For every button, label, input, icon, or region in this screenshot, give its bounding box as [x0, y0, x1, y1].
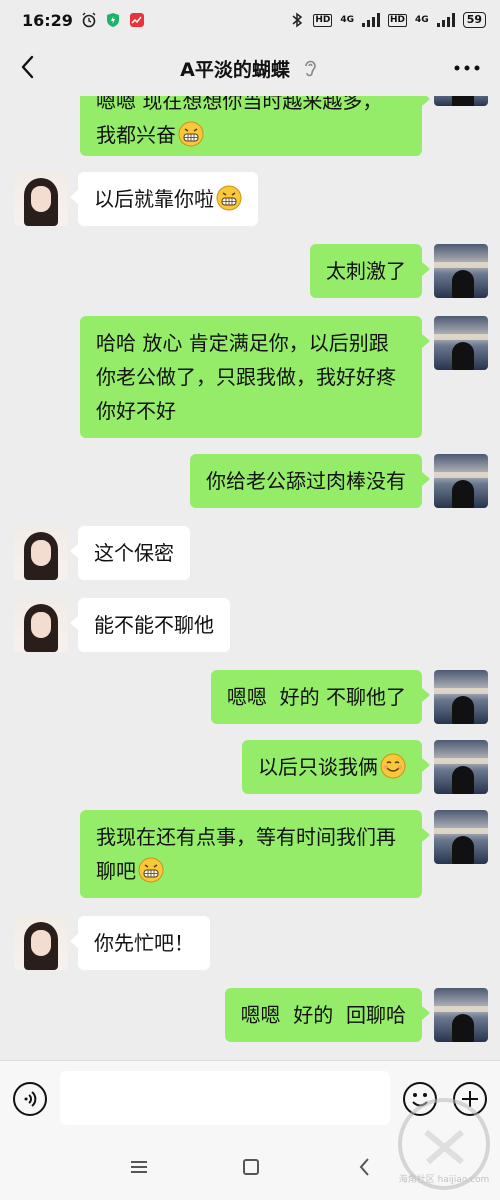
message-row: 你给老公舔过肉棒没有	[0, 454, 500, 508]
message-row: 嗯嗯 好的 回聊哈	[0, 988, 500, 1042]
grin-emoji-icon	[216, 185, 242, 211]
message-row: 能不能不聊他	[0, 598, 500, 652]
sent-message-bubble[interactable]: 嗯嗯 好的 不聊他了	[210, 670, 431, 724]
chat-header: A平淡的蝴蝶	[0, 40, 500, 96]
message-text: 太刺激了	[326, 259, 406, 283]
recent-apps-icon[interactable]	[128, 1156, 150, 1178]
message-row: 嗯嗯 现在想想你当时越来越多， 我都兴奋	[0, 96, 500, 156]
bluetooth-icon	[292, 12, 303, 28]
message-row: 嗯嗯 好的 不聊他了	[0, 670, 500, 724]
my-avatar[interactable]	[434, 670, 488, 724]
my-avatar[interactable]	[434, 244, 488, 298]
message-row: 这个保密	[0, 526, 500, 580]
security-shield-icon	[106, 13, 119, 27]
contact-avatar[interactable]	[14, 526, 68, 580]
back-arrow-icon[interactable]	[14, 52, 44, 82]
sent-message-bubble[interactable]: 嗯嗯 好的 回聊哈	[224, 988, 431, 1042]
hd-badge: HD	[313, 13, 333, 27]
message-text-line: 我都兴奋	[96, 118, 406, 152]
message-text-line: 聊吧	[96, 854, 406, 888]
message-row: 以后就靠你啦	[0, 172, 500, 226]
grin-emoji-icon	[178, 121, 204, 147]
signal-strength-icon	[362, 13, 381, 27]
message-text-line: 哈哈 放心 肯定满足你，以后别跟	[96, 331, 389, 355]
battery-level: 59	[462, 12, 486, 28]
chat-history[interactable]: 嗯嗯 现在想想你当时越来越多， 我都兴奋 以后就靠你啦 太刺激了 哈哈 放心 肯…	[0, 96, 500, 1060]
message-text-line: 你老公做了，只跟我做，我好好疼	[96, 365, 396, 389]
network-type-2: 4G	[415, 14, 429, 25]
alarm-icon	[82, 12, 96, 28]
my-avatar[interactable]	[434, 988, 488, 1042]
my-avatar[interactable]	[434, 810, 488, 864]
message-text-input[interactable]	[60, 1071, 390, 1125]
sent-message-bubble[interactable]: 我现在还有点事，等有时间我们再 聊吧	[80, 810, 430, 898]
voice-input-icon[interactable]	[12, 1081, 48, 1117]
received-message-bubble[interactable]: 能不能不聊他	[70, 598, 230, 652]
stocks-app-icon	[129, 13, 144, 27]
my-avatar[interactable]	[434, 740, 488, 794]
message-text: 这个保密	[94, 541, 174, 565]
earpiece-mode-icon	[305, 60, 316, 77]
status-time: 16:29	[22, 10, 73, 30]
network-type-1: 4G	[340, 14, 355, 25]
message-text: 你给老公舔过肉棒没有	[206, 469, 406, 493]
contact-avatar[interactable]	[14, 598, 68, 652]
contact-avatar[interactable]	[14, 172, 68, 226]
chat-title: A平淡的蝴蝶	[180, 58, 290, 81]
message-text-line: 嗯嗯 现在想想你当时越来越多，	[96, 96, 383, 113]
received-message-bubble[interactable]: 这个保密	[70, 526, 190, 580]
my-avatar[interactable]	[434, 454, 488, 508]
status-bar: 16:29 HD 4G HD 4G 59	[0, 0, 500, 40]
message-text: 嗯嗯 好的 不聊他了	[226, 685, 406, 709]
my-avatar[interactable]	[434, 316, 488, 370]
signal-strength-icon-2	[436, 13, 455, 27]
message-text-line: 我现在还有点事，等有时间我们再	[96, 825, 396, 849]
message-row: 哈哈 放心 肯定满足你，以后别跟 你老公做了，只跟我做，我好好疼 你好不好	[0, 316, 500, 438]
message-text: 以后只谈我俩	[258, 755, 378, 779]
message-text: 能不能不聊他	[94, 613, 214, 637]
smile-emoji-icon	[380, 753, 406, 779]
sent-message-bubble[interactable]: 嗯嗯 现在想想你当时越来越多， 我都兴奋	[80, 96, 430, 156]
hd-badge-2: HD	[388, 13, 408, 27]
received-message-bubble[interactable]: 以后就靠你啦	[70, 172, 258, 226]
sent-message-bubble[interactable]: 太刺激了	[310, 244, 430, 298]
sent-message-bubble[interactable]: 以后只谈我俩	[242, 740, 430, 794]
message-row: 以后只谈我俩	[0, 740, 500, 794]
back-icon[interactable]	[354, 1156, 376, 1178]
message-text: 以后就靠你啦	[94, 187, 214, 211]
home-icon[interactable]	[240, 1156, 262, 1178]
message-text-line: 你好不好	[96, 399, 176, 423]
message-row: 你先忙吧！	[0, 916, 500, 970]
sent-message-bubble[interactable]: 哈哈 放心 肯定满足你，以后别跟 你老公做了，只跟我做，我好好疼 你好不好	[80, 316, 430, 438]
contact-avatar[interactable]	[14, 916, 68, 970]
message-row: 太刺激了	[0, 244, 500, 298]
site-watermark-logo: 海角社区 haijiao.com	[398, 1098, 490, 1190]
message-text: 嗯嗯 好的 回聊哈	[240, 1003, 406, 1027]
my-avatar[interactable]	[434, 96, 488, 106]
message-row: 我现在还有点事，等有时间我们再 聊吧	[0, 810, 500, 898]
watermark-text: 海角社区 haijiao.com	[399, 1173, 490, 1185]
received-message-bubble[interactable]: 你先忙吧！	[70, 916, 210, 970]
message-text: 你先忙吧！	[94, 931, 194, 955]
sent-message-bubble[interactable]: 你给老公舔过肉棒没有	[190, 454, 430, 508]
grin-emoji-icon	[138, 857, 164, 883]
more-options-icon[interactable]	[452, 56, 482, 80]
